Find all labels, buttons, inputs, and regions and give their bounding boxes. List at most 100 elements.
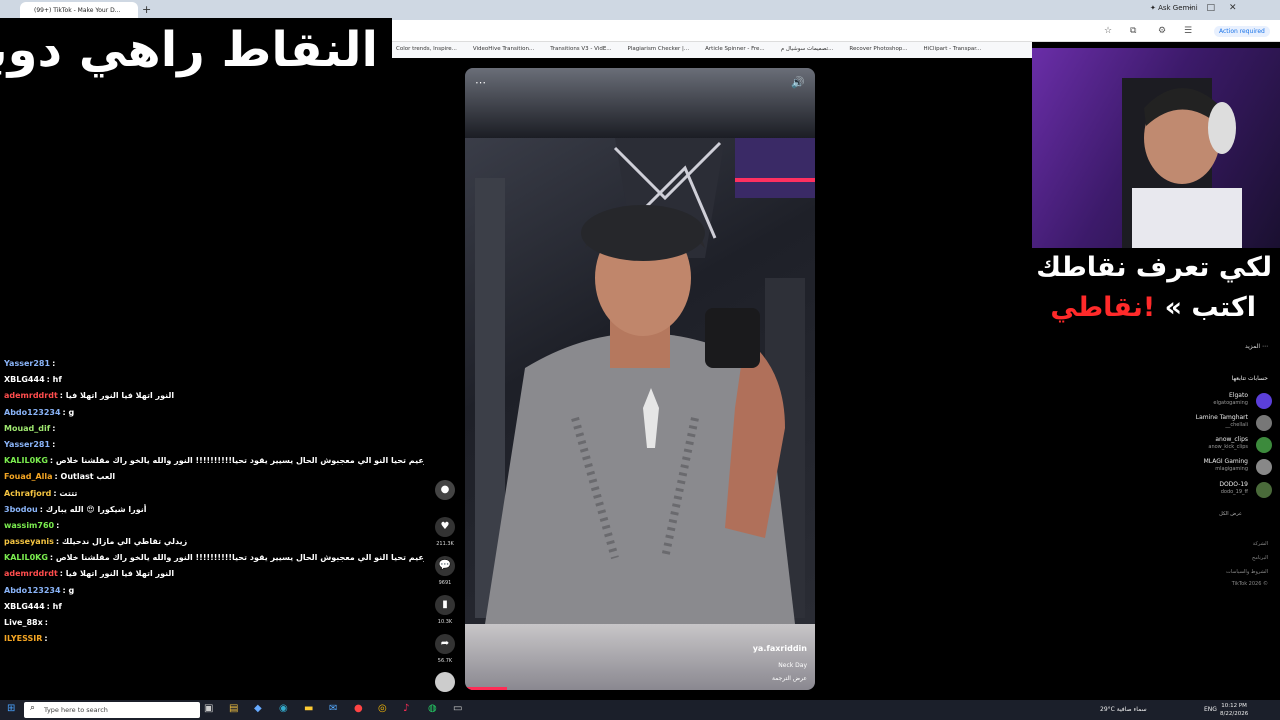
obs-icon[interactable]: ▭: [453, 703, 462, 714]
star-icon[interactable]: ☆: [1104, 26, 1112, 36]
comment-icon: 💬: [435, 556, 455, 576]
chat-username: Abdo123234: [4, 585, 61, 595]
bookmark-item[interactable]: Recover Photoshop...: [849, 46, 907, 52]
gym-scene: [475, 138, 815, 624]
address-bar[interactable]: [392, 20, 1280, 42]
more-link[interactable]: المزيد ⋯: [1245, 343, 1268, 350]
copilot-icon[interactable]: ◆: [254, 703, 262, 714]
account-name: DODO-19: [1219, 481, 1248, 488]
more-options-icon[interactable]: ⋯: [475, 76, 486, 89]
chat-message: Yasser281:: [4, 356, 424, 372]
video-frame: [465, 138, 815, 624]
extensions-icon[interactable]: ⧉: [1130, 26, 1136, 36]
chat-message: ademrddrdt: النور اتهلا فيا النور اتهلا …: [4, 566, 424, 582]
chat-text: : النور اتهلا فيا النور اتهلا فيا: [59, 569, 175, 579]
share-button[interactable]: ➦ 56.7K: [434, 634, 456, 664]
account-avatar: [1256, 459, 1272, 475]
creator-avatar[interactable]: ●: [434, 480, 456, 504]
new-tab-icon[interactable]: +: [142, 3, 151, 16]
windows-start-icon[interactable]: ⊞: [7, 703, 15, 714]
action-required-button[interactable]: Action required: [1214, 26, 1270, 37]
following-account[interactable]: anow_clips anow_kick_clips: [1162, 436, 1272, 456]
footer-link[interactable]: البرنامج: [1252, 555, 1268, 561]
chat-text: :: [56, 520, 60, 530]
avatar-icon: ●: [435, 480, 455, 500]
app-icon[interactable]: ●: [354, 703, 363, 714]
bookmarks-bar: Color trends, Inspire... VideoHive Transi…: [392, 42, 1032, 58]
chat-message: 3bodou: أنورا شيكورا 😍 الله يبارك: [4, 502, 424, 518]
save-button[interactable]: ▮ 10.3K: [434, 595, 456, 625]
file-explorer-icon[interactable]: ▤: [229, 703, 238, 714]
points-instruction-line1: لكي تعرف نقاطك: [1036, 252, 1272, 283]
account-handle: dodo_19_ff: [1220, 489, 1248, 495]
whatsapp-icon[interactable]: ◍: [428, 703, 437, 714]
video-player[interactable]: ⋯ 🔊 ya.faxriddin Neck Day عرض الترجمة: [465, 68, 815, 690]
heart-icon: ♥: [435, 517, 455, 537]
taskbar-search-input[interactable]: Type here to search: [24, 702, 200, 718]
chat-text: : كور الزعيم تحيا النو الي معجبوش الحال …: [49, 553, 424, 563]
bookmark-item[interactable]: Plagiarism Checker |...: [628, 46, 690, 52]
chat-message: passeyanis: زيدلي تقاطي الي مازال ندحيلك: [4, 534, 424, 550]
chat-username: KALIL0KG: [4, 553, 48, 563]
window-controls[interactable]: –□✕: [1188, 3, 1251, 13]
bookmark-item[interactable]: HiClipart - Transpar...: [924, 46, 982, 52]
like-button[interactable]: ♥ 211.3K: [434, 517, 456, 547]
video-bottom-area: [465, 624, 815, 690]
account-name: anow_clips: [1215, 436, 1248, 443]
chat-message: XBLG444: hf: [4, 372, 424, 388]
points-instruction-line2: اكتب » !نقاطي: [1050, 292, 1256, 323]
edge-icon[interactable]: ◉: [279, 703, 288, 714]
account-handle: elgatogaming: [1213, 400, 1248, 406]
bookmark-item[interactable]: Color trends, Inspire...: [396, 46, 457, 52]
weather-widget[interactable]: 29°C سماء صافية: [1100, 706, 1147, 713]
stream-title-box: النقاط راهي دوبل: [0, 18, 392, 94]
account-handle: anow_kick_clips: [1208, 444, 1248, 450]
comment-button[interactable]: 💬 9691: [434, 556, 456, 586]
footer-link[interactable]: الشروط والسياسات: [1226, 569, 1268, 575]
video-progress-bar[interactable]: [465, 687, 507, 690]
chat-text: : النور اتهلا فيا النور اتهلا فيا: [59, 391, 175, 401]
taskbar-clock[interactable]: 10:12 PM 8/22/2026: [1220, 702, 1248, 718]
chat-text: :: [52, 423, 56, 433]
chat-text: : زيدلي تقاطي الي مازال ندحيلك: [55, 537, 188, 547]
chrome-icon[interactable]: ◎: [378, 703, 387, 714]
video-username[interactable]: ya.faxriddin: [753, 644, 807, 653]
chat-message: KALIL0KG: كور الزعيم تحيا النو الي معجبو…: [4, 550, 424, 566]
menu-icon[interactable]: ☰: [1184, 26, 1192, 36]
bookmark-item[interactable]: VideoHive Transition...: [473, 46, 534, 52]
following-account[interactable]: Elgato elgatogaming: [1162, 392, 1272, 412]
bookmark-item[interactable]: Transitions V3 - VidE...: [550, 46, 611, 52]
chat-message: ILYESSIR:: [4, 631, 424, 647]
bookmark-item[interactable]: تصميمات سوشيال م...: [781, 46, 834, 52]
chat-username: ILYESSIR: [4, 634, 43, 644]
chat-message: Fouad_Alla: Outlast العب: [4, 469, 424, 485]
chat-text: :: [52, 359, 56, 368]
chat-text: :: [44, 618, 48, 627]
following-account[interactable]: DODO-19 dodo_19_ff: [1162, 481, 1272, 501]
chat-text: : hf: [46, 375, 62, 385]
chat-username: Mouad_dif: [4, 423, 51, 433]
chat-text: :: [44, 634, 48, 644]
following-account[interactable]: Lamine Tamghart __chellali: [1162, 414, 1272, 434]
translate-link[interactable]: عرض الترجمة: [772, 675, 807, 682]
chat-username: passeyanis: [4, 537, 54, 547]
tiktok-icon[interactable]: ♪: [403, 703, 409, 714]
chat-message: KALIL0KG: كور الزعيم تحيا النو الي معجبو…: [4, 453, 424, 469]
clock-date: 8/22/2026: [1220, 711, 1249, 717]
following-account[interactable]: MLAGI Gaming mlagigaming: [1162, 458, 1272, 478]
footer-link[interactable]: الشركة: [1253, 541, 1268, 547]
mail-icon[interactable]: ✉: [329, 703, 337, 714]
share-count: 56.7K: [437, 658, 453, 664]
task-view-icon[interactable]: ▣: [204, 703, 213, 714]
chat-message: ademrddrdt: النور اتهلا فيا النور اتهلا …: [4, 388, 424, 404]
language-indicator[interactable]: ENG: [1204, 706, 1217, 713]
folder-icon[interactable]: ▬: [304, 703, 313, 714]
chat-username: Live_88x: [4, 618, 43, 627]
sound-icon[interactable]: 🔊: [791, 76, 805, 89]
save-count: 10.3K: [437, 619, 453, 625]
show-all-link[interactable]: عرض الكل: [1219, 511, 1242, 517]
bookmark-item[interactable]: Article Spinner - Fre...: [705, 46, 765, 52]
music-disc[interactable]: [434, 672, 456, 696]
settings-icon[interactable]: ⚙: [1158, 26, 1166, 36]
tab-title: (99+) TikTok - Make Your D...: [34, 7, 121, 14]
